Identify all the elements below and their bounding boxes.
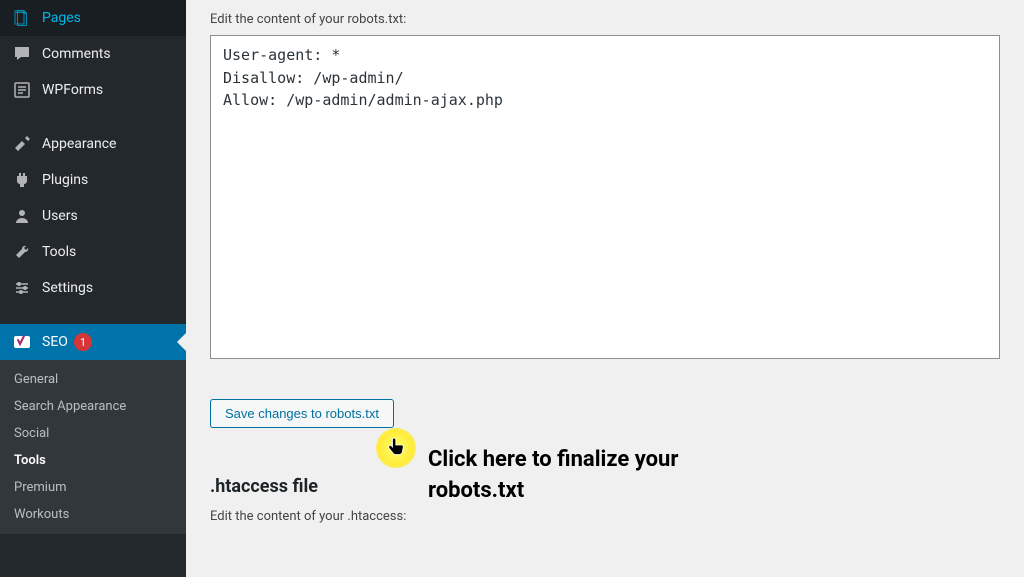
update-badge: 1 <box>74 333 92 351</box>
submenu-search-appearance[interactable]: Search Appearance <box>0 393 186 420</box>
hand-cursor-icon <box>386 436 406 460</box>
submenu-premium[interactable]: Premium <box>0 474 186 501</box>
sidebar-label: Comments <box>42 46 111 62</box>
htaccess-label: Edit the content of your .htaccess: <box>210 509 1000 524</box>
wpforms-icon <box>12 80 32 100</box>
tools-icon <box>12 242 32 262</box>
users-icon <box>12 206 32 226</box>
robots-label: Edit the content of your robots.txt: <box>210 12 1000 27</box>
submenu-general[interactable]: General <box>0 366 186 393</box>
sidebar-item-seo[interactable]: SEO 1 <box>0 324 186 360</box>
sidebar-item-appearance[interactable]: Appearance <box>0 126 186 162</box>
submenu-workouts[interactable]: Workouts <box>0 501 186 528</box>
robots-textarea[interactable] <box>210 35 1000 359</box>
sidebar-label: WPForms <box>42 82 103 98</box>
plugins-icon <box>12 170 32 190</box>
sidebar-item-settings[interactable]: Settings <box>0 270 186 306</box>
save-robots-button[interactable]: Save changes to robots.txt <box>210 399 394 428</box>
sidebar-item-pages[interactable]: Pages <box>0 0 186 36</box>
sidebar-item-comments[interactable]: Comments <box>0 36 186 72</box>
settings-icon <box>12 278 32 298</box>
sidebar-item-plugins[interactable]: Plugins <box>0 162 186 198</box>
seo-submenu: General Search Appearance Social Tools P… <box>0 360 186 534</box>
admin-sidebar: Pages Comments WPForms Appearance Plugin… <box>0 0 186 577</box>
sidebar-label: Appearance <box>42 136 116 152</box>
sidebar-label: Plugins <box>42 172 88 188</box>
submenu-social[interactable]: Social <box>0 420 186 447</box>
yoast-icon <box>12 332 32 352</box>
sidebar-label: Pages <box>42 10 81 26</box>
comments-icon <box>12 44 32 64</box>
sidebar-item-wpforms[interactable]: WPForms <box>0 72 186 108</box>
sidebar-label: Settings <box>42 280 93 296</box>
pages-icon <box>12 8 32 28</box>
callout-annotation: Click here to finalize your robots.txt <box>428 445 768 507</box>
sidebar-label: SEO <box>42 334 68 350</box>
cursor-highlight-annotation <box>376 428 416 468</box>
sidebar-label: Tools <box>42 244 76 260</box>
sidebar-item-users[interactable]: Users <box>0 198 186 234</box>
sidebar-label: Users <box>42 208 78 224</box>
appearance-icon <box>12 134 32 154</box>
sidebar-item-tools[interactable]: Tools <box>0 234 186 270</box>
submenu-tools[interactable]: Tools <box>0 447 186 474</box>
